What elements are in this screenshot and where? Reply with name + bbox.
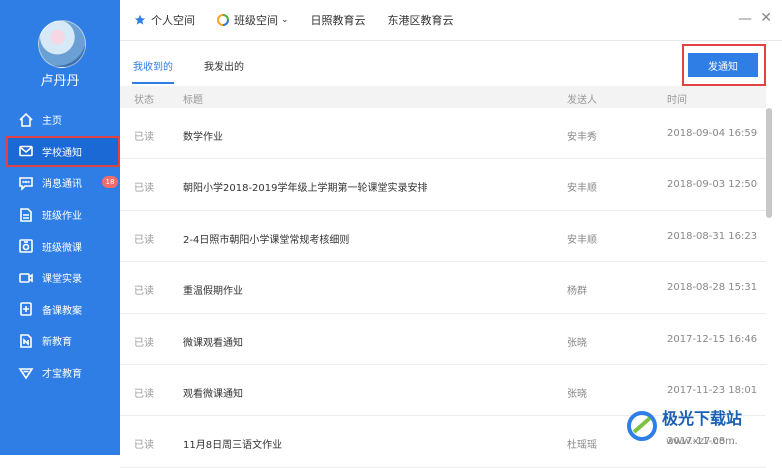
class-space-dropdown[interactable]: 班级空间 ⌄ <box>217 12 289 28</box>
send-notice-button[interactable]: 发通知 <box>688 53 758 77</box>
notice-sender: 安丰顺 <box>567 234 597 246</box>
read-status: 已读 <box>134 132 154 143</box>
donggang-cloud-link[interactable]: 东港区教育云 <box>388 12 454 28</box>
rizhao-cloud-link[interactable]: 日照教育云 <box>311 12 366 28</box>
sidebar-item-messages[interactable]: 消息通讯 18 <box>0 167 120 199</box>
notice-time: 2018-09-04 16:59 <box>667 128 758 139</box>
sidebar-item-label: 主页 <box>42 116 62 128</box>
notice-time: 2017-11-23 18:01 <box>667 384 758 396</box>
tab-received[interactable]: 我收到的 <box>133 58 173 73</box>
sidebar-item-label: 消息通讯 <box>42 179 82 191</box>
read-status: 已读 <box>134 337 154 349</box>
table-header: 状态 标题 发送人 时间 <box>120 86 766 108</box>
notice-time: 2018-09-03 12:50 <box>667 179 758 191</box>
sidebar-item-micro-lesson[interactable]: 班级微课 <box>0 230 120 262</box>
scrollbar[interactable] <box>766 108 772 218</box>
unread-badge: 18 <box>102 176 118 189</box>
notice-time: 2018-08-31 16:23 <box>667 230 758 242</box>
sidebar-item-classroom-record[interactable]: 课堂实录 <box>0 262 120 294</box>
notice-title[interactable]: 观看微课通知 <box>183 385 243 400</box>
document-icon <box>18 207 34 223</box>
top-navbar: 个人空间 班级空间 ⌄ 日照教育云 东港区教育云 — ✕ <box>120 0 782 41</box>
sidebar-item-new-education[interactable]: 新教育 <box>0 325 120 357</box>
sidebar-item-caibao-education[interactable]: 才宝教育 <box>0 357 120 389</box>
read-status: 已读 <box>134 286 154 298</box>
watermark-logo: 极光下载站 www.xz7.com <box>627 409 742 447</box>
read-status: 已读 <box>134 183 154 195</box>
notice-sender: 安丰顺 <box>567 183 597 195</box>
sidebar-item-label: 班级作业 <box>42 211 82 223</box>
notice-title[interactable]: 重温假期作业 <box>183 282 243 297</box>
read-status: 已读 <box>134 388 154 400</box>
sidebar-item-label: 新教育 <box>42 337 72 349</box>
sidebar-item-school-notice[interactable]: 学校通知 <box>6 135 120 168</box>
chevron-down-icon: ⌄ <box>281 15 289 25</box>
watermark-title: 极光下载站 <box>662 409 742 428</box>
watermark-url: www.xz7.com <box>666 436 735 447</box>
notice-time: 2018-08-28 15:31 <box>667 282 758 294</box>
sidebar-item-home[interactable]: 主页 <box>0 104 120 136</box>
sidebar-item-label: 课堂实录 <box>42 274 82 286</box>
notice-title[interactable]: 2-4日照市朝阳小学课堂常规考核细则 <box>183 231 349 246</box>
notice-title[interactable]: 朝阳小学2018-2019学年级上学期第一轮课堂实录安排 <box>183 179 428 194</box>
notify-button-highlight: 发通知 <box>682 44 766 86</box>
notice-sender: 张晓 <box>567 337 587 349</box>
table-row[interactable]: 已读 重温假期作业 杨群 2018-08-28 15:31 <box>120 262 766 314</box>
avatar[interactable] <box>38 20 86 68</box>
sidebar-item-label: 备课教案 <box>42 305 82 317</box>
table-row[interactable]: 已读 数学作业 安丰秀 2018-09-04 16:59 <box>120 108 766 160</box>
close-button[interactable]: ✕ <box>760 10 772 26</box>
notice-title[interactable]: 数学作业 <box>183 128 223 143</box>
sidebar-item-label: 学校通知 <box>42 147 82 159</box>
home-icon <box>18 112 34 128</box>
minimize-button[interactable]: — <box>738 11 752 27</box>
notice-sender: 杨群 <box>567 286 587 298</box>
sidebar-item-lesson-plan[interactable]: 备课教案 <box>0 294 120 326</box>
notice-title[interactable]: 微课观看通知 <box>183 334 243 349</box>
active-tab-indicator <box>132 82 174 84</box>
sidebar-item-homework[interactable]: 班级作业 <box>0 199 120 231</box>
video-icon <box>18 270 34 286</box>
column-header-time: 时间 <box>667 95 687 106</box>
sidebar-nav: 主页 学校通知 消息通讯 18 班级作业 班级微课 课堂实录 备课教案 新教育 … <box>0 104 120 388</box>
notice-sender: 张晓 <box>567 388 587 400</box>
column-header-status: 状态 <box>134 95 154 106</box>
notice-time: 2017-12-15 16:46 <box>667 333 758 345</box>
read-status: 已读 <box>134 440 154 452</box>
read-status: 已读 <box>134 234 154 246</box>
lesson-plan-icon <box>18 301 34 317</box>
shield-icon <box>18 365 34 381</box>
table-row[interactable]: 已读 2-4日照市朝阳小学课堂常规考核细则 安丰顺 2018-08-31 16:… <box>120 211 766 263</box>
username: 卢丹丹 <box>40 74 80 89</box>
chat-icon <box>18 175 34 191</box>
table-row[interactable]: 已读 微课观看通知 张晓 2017-12-15 16:46 <box>120 314 766 365</box>
notice-title[interactable]: 11月8日周三语文作业 <box>183 436 282 451</box>
table-row[interactable]: 已读 朝阳小学2018-2019学年级上学期第一轮课堂实录安排 安丰顺 2018… <box>120 159 766 211</box>
column-header-sender: 发送人 <box>567 95 597 106</box>
class-space-icon <box>217 14 229 26</box>
notice-sender: 杜瑶瑶 <box>567 440 597 452</box>
star-icon <box>134 14 146 25</box>
new-education-icon <box>18 333 34 349</box>
sidebar: 卢丹丹 主页 学校通知 消息通讯 18 班级作业 班级微课 课堂实录 备课教案 … <box>0 0 120 455</box>
personal-space-link[interactable]: 个人空间 <box>134 12 195 28</box>
mail-icon <box>18 143 34 159</box>
column-header-title: 标题 <box>183 95 203 106</box>
tab-sent[interactable]: 我发出的 <box>204 58 244 73</box>
micro-lesson-icon <box>18 238 34 254</box>
sidebar-item-label: 才宝教育 <box>42 369 82 381</box>
sidebar-item-label: 班级微课 <box>42 242 82 254</box>
notice-sender: 安丰秀 <box>567 132 597 143</box>
